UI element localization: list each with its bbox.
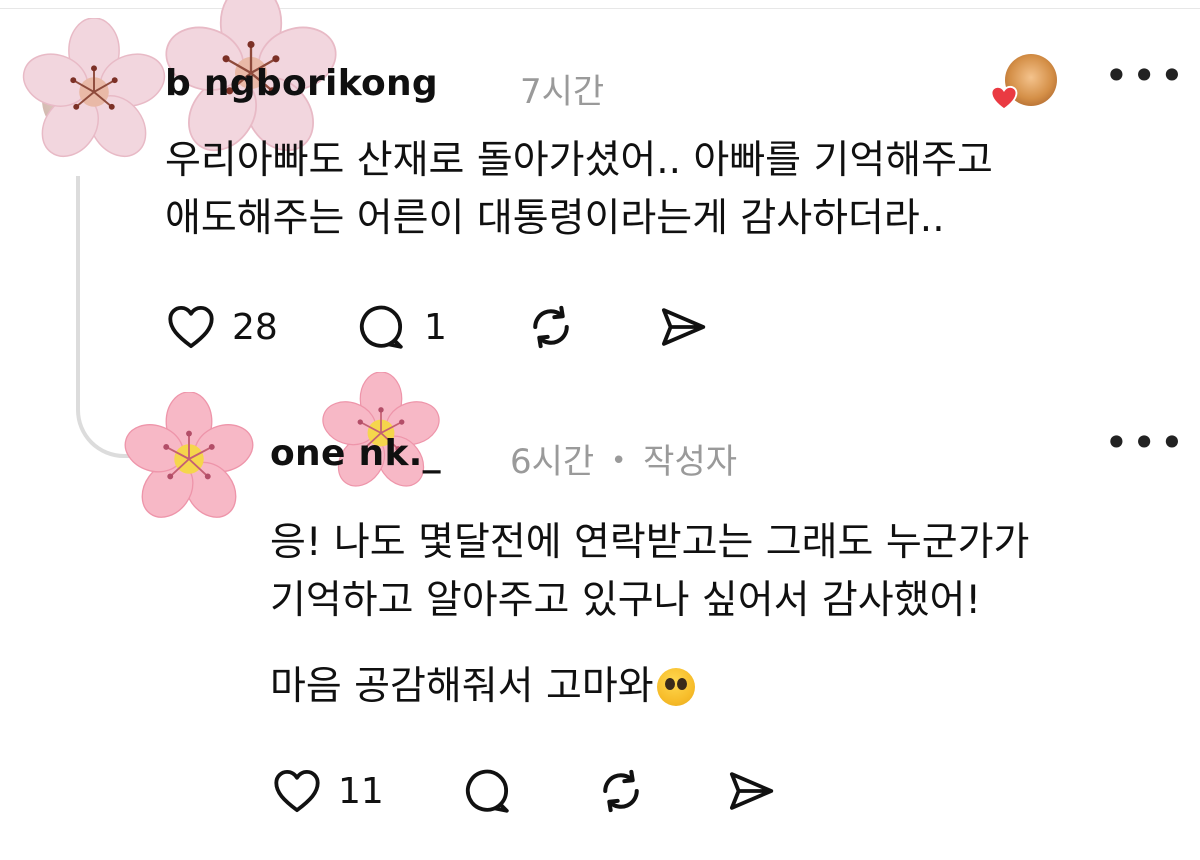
cherry-blossom-sticker-1 <box>22 18 166 157</box>
reply-action-bar: 11 <box>0 762 1200 822</box>
comment-action-bar: 28 1 <box>0 298 1200 358</box>
repost-icon[interactable] <box>524 300 578 354</box>
share-icon[interactable] <box>724 764 778 818</box>
comment-bubble-icon[interactable] <box>460 764 514 818</box>
comment-timestamp: 7시간 <box>520 72 605 112</box>
comment-bubble-icon[interactable] <box>354 300 408 354</box>
heart-icon[interactable] <box>164 300 218 354</box>
reply-body: 응! 나도 몇달전에 연락받고는 그래도 누군가가 기억하고 알아주고 있구나 … <box>270 514 1029 630</box>
pleading-face-emoji-icon <box>656 668 695 706</box>
reply-closing: 마음 공감해줘서 고마와 <box>270 658 695 716</box>
reply-count: 1 <box>424 307 447 348</box>
reply-line: 응! 나도 몇달전에 연락받고는 그래도 누군가가 <box>270 520 1030 565</box>
reply-timestamp: 6시간 <box>510 442 595 482</box>
reply-line: 기억하고 알아주고 있구나 싶어서 감사했어! <box>270 578 982 623</box>
meta-separator: • <box>611 446 627 476</box>
share-icon[interactable] <box>656 300 710 354</box>
comment-line: 애도해주는 어른이 대통령이라는게 감사하더라.. <box>165 196 945 241</box>
heart-badge-icon <box>990 85 1018 111</box>
heart-icon[interactable] <box>270 764 324 818</box>
like-count: 28 <box>232 307 278 348</box>
cherry-blossom-sticker-3 <box>124 392 254 518</box>
more-options-icon[interactable]: ••• <box>1104 51 1187 100</box>
reply-meta: 6시간 • 작성자 <box>510 434 737 483</box>
reply-closing-text: 마음 공감해줘서 고마와 <box>270 664 654 709</box>
author-badge: 작성자 <box>643 442 738 482</box>
repost-icon[interactable] <box>594 764 648 818</box>
commenter-username[interactable]: b ngborikong <box>165 63 438 104</box>
more-options-icon[interactable]: ••• <box>1104 418 1187 467</box>
reply-author-username[interactable]: one nk._ <box>270 433 441 474</box>
comment-line: 우리아빠도 산재로 돌아가셨어.. 아빠를 기억해주고 <box>165 138 993 183</box>
like-count: 11 <box>338 771 384 812</box>
comment-body: 우리아빠도 산재로 돌아가셨어.. 아빠를 기억해주고 애도해주는 어른이 대통… <box>165 132 993 248</box>
